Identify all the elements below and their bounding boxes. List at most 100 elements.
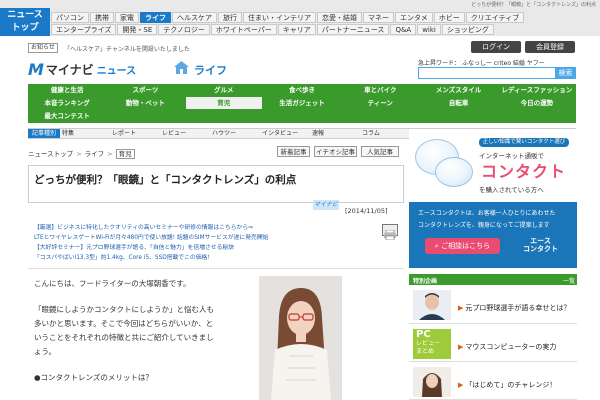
source-logo: マイナビ [313, 200, 339, 210]
special-features-title: 特別企画 [413, 278, 438, 285]
ace-contact-logo: エース コンタクト [523, 237, 558, 253]
article-type-tab[interactable]: レビュー [162, 129, 186, 138]
nav-item[interactable]: ホビー [433, 12, 465, 23]
woman-portrait-image [413, 367, 451, 397]
nav-item[interactable]: マネー [363, 12, 394, 23]
news-top-logo[interactable]: ニュース トップ [0, 8, 50, 36]
special-features-list-link[interactable]: 一覧 [563, 276, 575, 285]
nav-item[interactable]: 携帯 [90, 12, 114, 23]
category-item[interactable]: 健康と生活 [29, 84, 105, 96]
nav-item[interactable]: ライフ [140, 12, 171, 23]
feature-title: マウスコンピューターの実力 [465, 343, 557, 351]
nav-item[interactable]: 旅行 [218, 12, 242, 23]
category-item[interactable]: 自転車 [420, 97, 496, 109]
category-item[interactable]: ティーン [342, 97, 418, 109]
ad-consult-button[interactable]: ⌕ ご相談はこちら [425, 238, 500, 254]
nav-item[interactable]: パートナーニュース [316, 24, 390, 35]
category-item[interactable]: 本音ランキング [29, 97, 105, 109]
article-type-tab[interactable]: 速報 [312, 129, 324, 138]
nav-item[interactable]: クリエイティブ [465, 12, 525, 23]
article-paragraph: いうことをそれぞれの特徴と共にご紹介していきまし [34, 333, 214, 342]
article-divider [28, 268, 404, 269]
category-item[interactable]: 食べ歩き [264, 84, 340, 96]
breadcrumb-item[interactable]: ライフ [85, 150, 105, 158]
article-title: どっちが便利？「眼鏡」と「コンタクトレンズ」の利点 [34, 174, 297, 186]
breadcrumb-item[interactable]: ニューストップ [28, 150, 73, 158]
special-feature-link[interactable]: ▶ マウスコンピューターの実力 [458, 342, 556, 352]
arrow-right-icon: ▶ [458, 381, 464, 389]
article-type-tab[interactable]: コラム [362, 129, 380, 138]
promo-link[interactable]: 【厳選】ビジネスに特化したクオリティの高いセミナーや研修の情報はこちらから⇒ [34, 222, 253, 231]
search-button[interactable]: 検索 [555, 67, 576, 79]
ad-top-panel: 正しい知識で賢いコンタクト選び インターネット通販で コンタクト を購入されてい… [409, 129, 577, 202]
nav-item[interactable]: エンタープライズ [51, 24, 117, 35]
brand-name: マイナビ [45, 62, 94, 77]
nav-item[interactable]: ホワイトペーパー [210, 24, 277, 35]
new-articles-button[interactable]: 新着記事 [277, 146, 310, 157]
contact-lens-ad[interactable]: 正しい知識で賢いコンタクト選び インターネット通販で コンタクト を購入されてい… [409, 129, 577, 268]
category-item[interactable]: スポーツ [107, 84, 183, 96]
brand-section: ニュース [96, 65, 137, 77]
notice-link[interactable]: 「ヘルスケア」チャンネルを開設いたしました [64, 44, 190, 53]
article-type-tab[interactable]: 特集 [62, 129, 74, 138]
article-type-tab[interactable]: インタビュー [262, 129, 298, 138]
category-item[interactable]: 車とバイク [342, 84, 418, 96]
search-input[interactable] [418, 67, 576, 79]
nav-item[interactable]: ショッピング [441, 24, 494, 35]
article-type-tab[interactable]: レポート [112, 129, 136, 138]
category-bar: 健康と生活 スポーツ グルメ 食べ歩き 車とバイク メンズスタイル レディースファッション本… [28, 84, 576, 123]
nav-item[interactable]: パソコン [51, 12, 89, 23]
special-feature-link[interactable]: ▶ 「はじめて」のチャレンジ！ [458, 380, 556, 390]
article-type-tab[interactable]: ハウツー [212, 129, 236, 138]
login-button[interactable]: ログイン [471, 41, 521, 53]
nav-item[interactable]: Q&A [390, 24, 417, 35]
page-tagline: どっちが便利？「眼鏡」と「コンタクトレンズ」の利点 [471, 2, 596, 8]
register-button[interactable]: 会員登録 [525, 41, 575, 53]
notice-badge: お知らせ [28, 43, 58, 53]
ad-caption: 正しい知識で賢いコンタクト選び [479, 138, 569, 147]
ad-line2: を購入されている方へ [479, 186, 544, 194]
ad-body-text: エースコンタクトは、お客様一人ひとりにあわせた [418, 210, 556, 217]
nav-item[interactable]: ヘルスケア [172, 12, 217, 23]
promo-link[interactable]: 「コスパやばいi13.3型」約1.4kg、Core i5、SSD搭載でこの価格！ [34, 252, 213, 261]
print-icon[interactable] [382, 224, 398, 241]
promo-link[interactable]: 【大好評セミナー】元プロ野球選手が語る、「自信と魅力」を倍増させる秘訣 [34, 242, 234, 251]
promo-link[interactable]: LTEとワイヤレスゲートWi-Fiが月々480円で使い放題! 話題のSIMサービ… [34, 232, 268, 241]
article-paragraph: 多いかと思います。そこで今回はどちらがいいか、と [34, 319, 214, 328]
nav-item[interactable]: 住まい・インテリア [243, 12, 316, 23]
trending-keywords[interactable]: ふなっしー criteo 結婚 ヤフー [462, 60, 545, 67]
breadcrumb-current: 育児 [115, 149, 135, 159]
nav-item[interactable]: 家電 [115, 12, 139, 23]
special-feature-link[interactable]: ▶ 元プロ野球選手が語る幸せとは？ [458, 303, 570, 313]
pc-review-thumb-line3: まとめ [416, 348, 435, 355]
nav-item[interactable]: 恋愛・結婚 [317, 12, 362, 23]
category-item[interactable]: 生活ガジェット [264, 97, 340, 109]
article-photo [259, 276, 342, 400]
featured-articles-button[interactable]: イチオシ記事 [314, 146, 357, 157]
nav-item[interactable]: エンタメ [395, 12, 433, 23]
nav-item[interactable]: 開発・SE [117, 24, 158, 35]
site-brand[interactable]: M マイナビ ニュース [28, 58, 136, 80]
popular-articles-button[interactable]: 人気記事 [361, 146, 399, 157]
channel-title[interactable]: ライフ [194, 62, 227, 78]
category-item[interactable]: グルメ [186, 84, 262, 96]
brand-mark-logo: M [28, 59, 44, 79]
nav-item[interactable]: テクノロジー [158, 24, 210, 35]
ad-logo-line1: エース [530, 237, 551, 245]
feature-title: 「はじめて」のチャレンジ！ [465, 381, 557, 389]
category-item[interactable]: メンズスタイル [420, 84, 496, 96]
category-item[interactable]: レディースファッション [499, 84, 575, 96]
baseball-player-image [413, 290, 451, 320]
ad-logo-line2: コンタクト [523, 245, 558, 253]
nav-item[interactable]: wiki [417, 24, 441, 35]
ad-consult-label: ご相談はこちら [441, 242, 491, 250]
category-item[interactable]: 育児 [185, 97, 262, 109]
printer-glyph-icon [384, 229, 396, 241]
category-item[interactable]: 最大コンテスト [29, 110, 105, 122]
category-item[interactable]: 動物・ペット [107, 97, 183, 109]
nav-item[interactable]: キャリア [277, 24, 316, 35]
nav-row-2: エンタープライズ 開発・SE テクノロジー ホワイトペーパー キャリア パートナーニュース… [51, 24, 495, 35]
category-item[interactable]: 今日の運勢 [499, 97, 575, 109]
logo-line1: ニュース [7, 10, 43, 20]
logo-line2: トップ [11, 23, 39, 33]
